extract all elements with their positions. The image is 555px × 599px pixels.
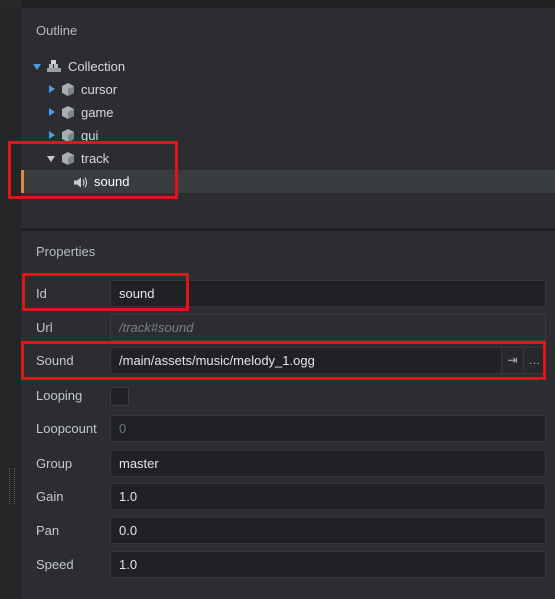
tree-label-track: track [81, 151, 110, 166]
expand-arrow-icon[interactable] [49, 108, 55, 116]
property-sound: Sound /main/assets/music/melody_1.ogg ⇥ … [21, 347, 555, 375]
property-label: Group [36, 456, 73, 471]
game-object-icon [62, 83, 74, 96]
pan-input[interactable]: 0.0 [110, 517, 546, 544]
looping-checkbox[interactable] [110, 387, 129, 406]
tree-row-gui[interactable]: gui [21, 124, 555, 147]
property-id: Id sound [21, 280, 555, 308]
loopcount-input[interactable]: 0 [110, 415, 546, 442]
property-gain: Gain 1.0 [21, 483, 555, 511]
expand-arrow-icon[interactable] [49, 85, 55, 93]
tree-row-cursor[interactable]: cursor [21, 78, 555, 101]
tree-row-track[interactable]: track [21, 147, 555, 170]
property-url: Url /track#sound [21, 314, 555, 342]
splitter-grip[interactable] [9, 468, 15, 504]
outline-tree: Collection cursor game gui track sound [21, 55, 555, 193]
collection-icon [47, 60, 61, 72]
gain-input[interactable]: 1.0 [110, 483, 546, 510]
tree-label-cursor: cursor [81, 82, 118, 97]
property-group: Group master [21, 450, 555, 478]
tree-label-sound: sound [94, 174, 130, 189]
property-label: Id [36, 286, 47, 301]
property-pan: Pan 0.0 [21, 517, 555, 545]
group-input[interactable]: master [110, 450, 546, 477]
game-object-icon [62, 152, 74, 165]
property-speed: Speed 1.0 [21, 551, 555, 579]
sound-path-value: /main/assets/music/melody_1.ogg [119, 353, 315, 368]
property-label: Sound [36, 353, 74, 368]
tree-row-game[interactable]: game [21, 101, 555, 124]
tree-row-sound[interactable]: sound [21, 170, 555, 193]
expand-arrow-icon[interactable] [33, 64, 41, 70]
expand-arrow-icon[interactable] [49, 131, 55, 139]
tree-label-gui: gui [81, 128, 99, 143]
outline-pane: Outline Collection cursor game gui track… [21, 8, 555, 228]
property-label: Url [36, 320, 53, 335]
property-label: Gain [36, 489, 64, 504]
editor-panel: Outline Collection cursor game gui track… [0, 0, 555, 599]
property-label: Pan [36, 523, 60, 538]
property-looping: Looping [21, 382, 555, 410]
properties-title: Properties [36, 244, 96, 259]
speaker-icon [74, 177, 88, 188]
speed-input[interactable]: 1.0 [110, 551, 546, 578]
outline-title: Outline [36, 23, 78, 38]
sound-path-input[interactable]: /main/assets/music/melody_1.ogg ⇥ … [110, 347, 546, 374]
properties-pane: Properties Id sound Url /track#sound Sou… [21, 231, 555, 599]
collapse-arrow-icon[interactable] [47, 156, 55, 162]
property-label: Speed [36, 557, 74, 572]
tree-label-game: game [81, 105, 114, 120]
game-object-icon [62, 106, 74, 119]
property-label: Looping [36, 388, 83, 403]
tree-label-collection: Collection [68, 59, 126, 74]
tree-row-collection[interactable]: Collection [21, 55, 555, 78]
property-label: Loopcount [36, 421, 97, 436]
goto-resource-icon[interactable]: ⇥ [501, 348, 523, 373]
browse-resource-icon[interactable]: … [523, 348, 545, 373]
adjacent-pane-edge [0, 0, 21, 599]
id-input[interactable]: sound [110, 280, 546, 307]
url-field: /track#sound [110, 314, 546, 341]
property-loopcount: Loopcount 0 [21, 415, 555, 443]
game-object-icon [62, 129, 74, 142]
